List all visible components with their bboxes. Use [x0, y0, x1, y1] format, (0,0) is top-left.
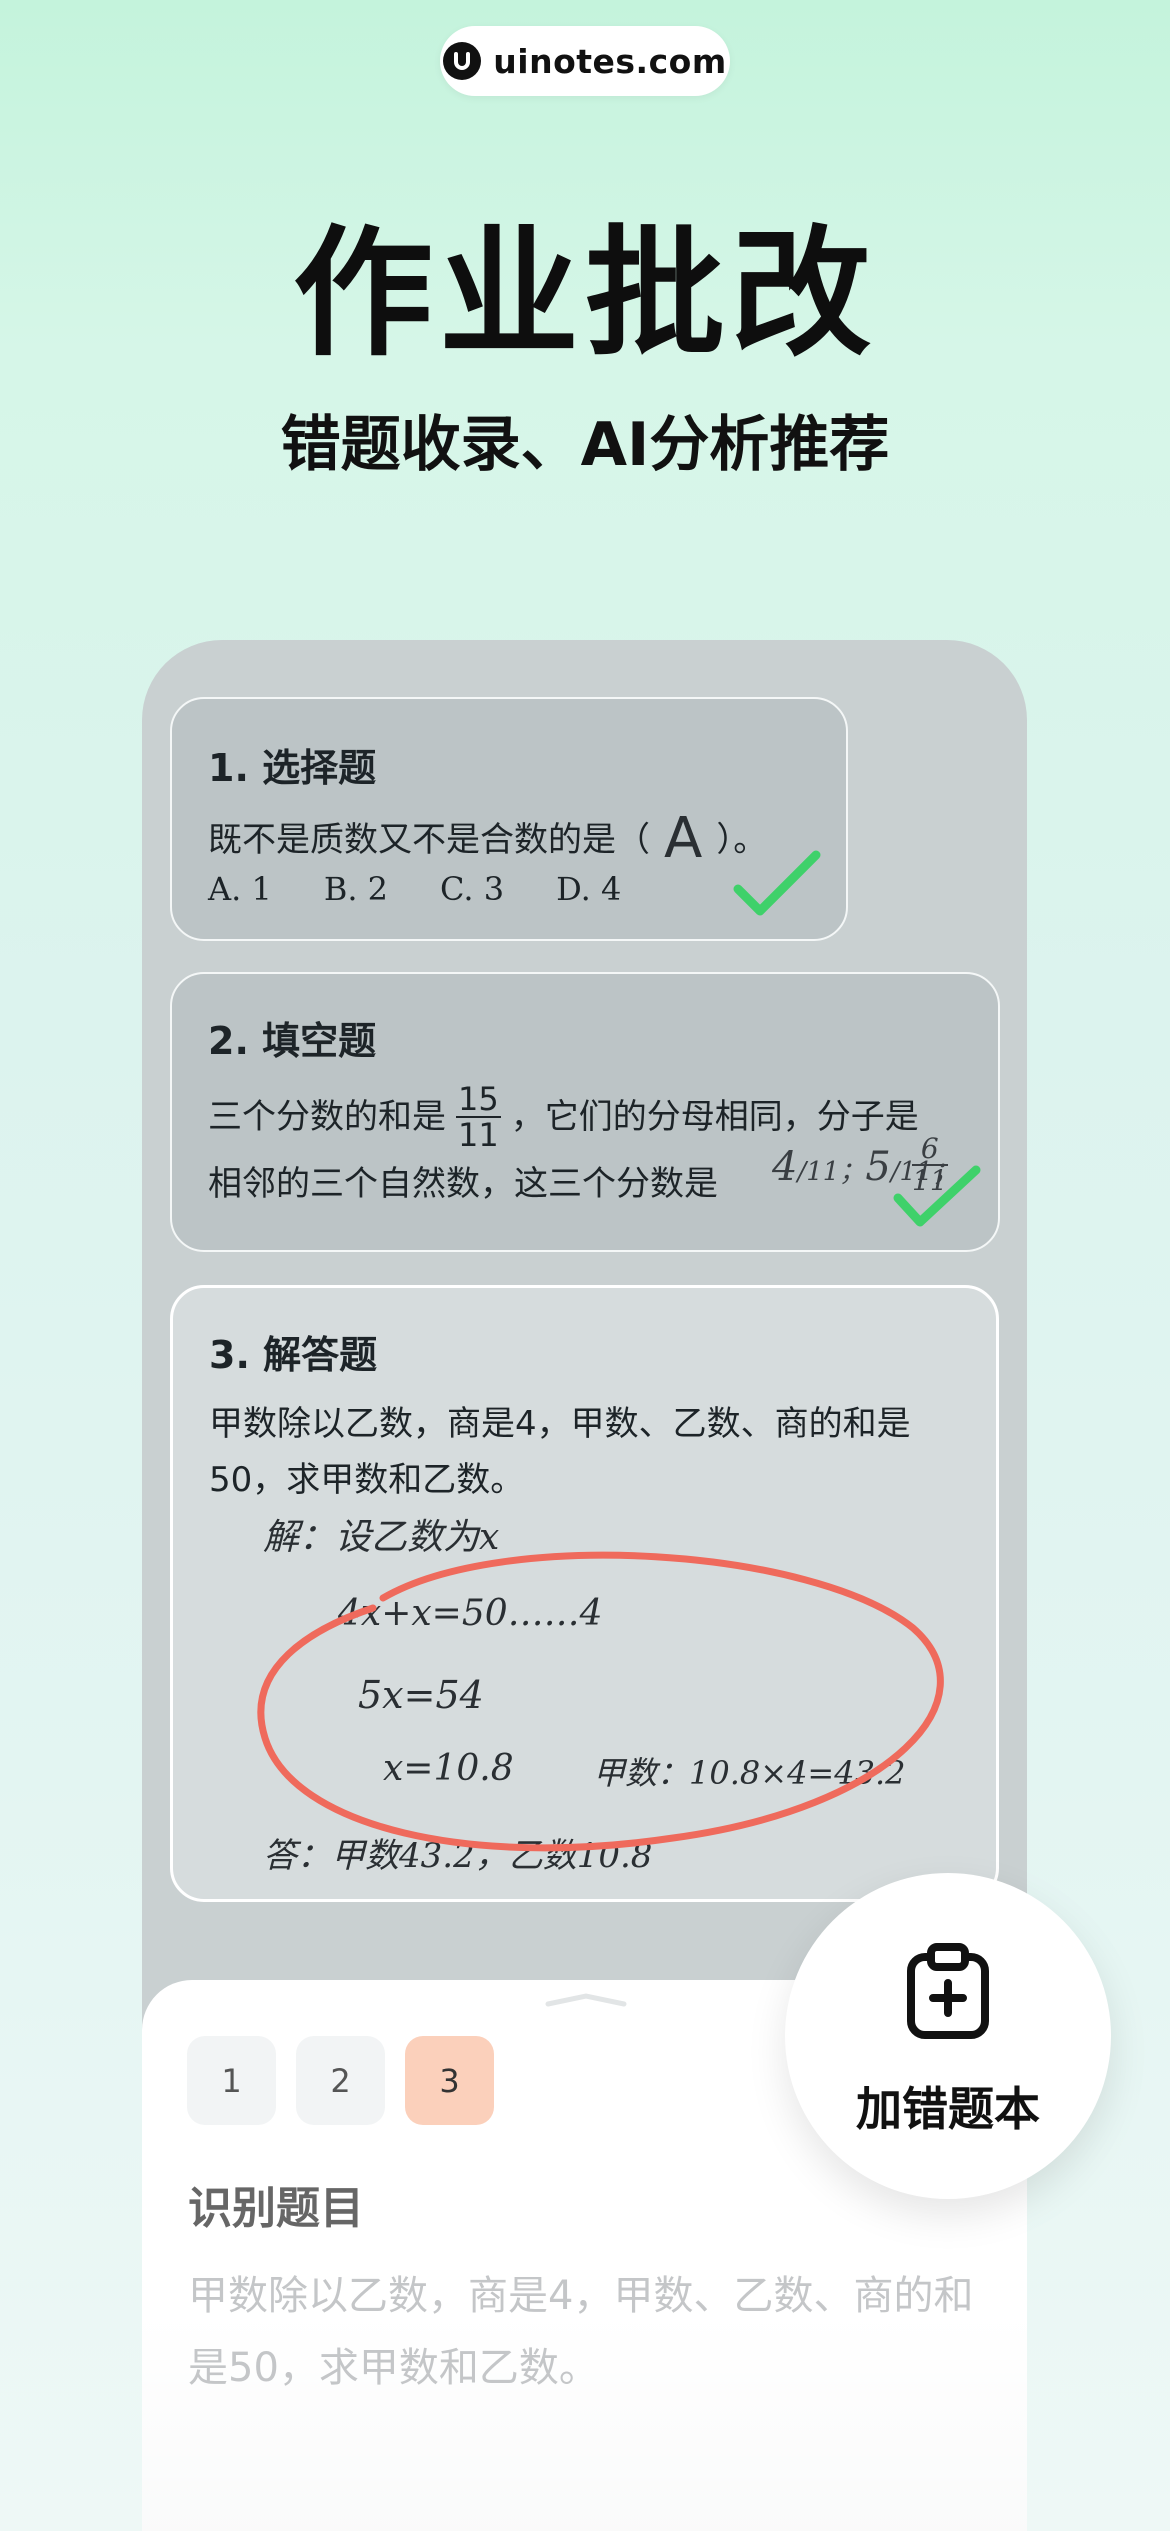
question-title: 1. 选择题 [208, 746, 377, 790]
question-card-fill[interactable]: 2. 填空题 三个分数的和是 15 11 ，它们的分母相同，分子是 相邻的三个自… [170, 972, 1000, 1252]
recognition-text: 甲数除以乙数，商是4，甲数、乙数、商的和是50，求甲数和乙数。 [188, 2273, 974, 2391]
sheet-drag-handle[interactable] [544, 1992, 628, 2008]
error-circle-mark [257, 1551, 944, 1852]
question-text-line2: 50，求甲数和乙数。 [209, 1460, 525, 1500]
watermark-text: uinotes.com [493, 41, 727, 81]
question-title: 2. 填空题 [208, 1019, 377, 1063]
question-text-line1: 三个分数的和是 15 11 ，它们的分母相同，分子是 [208, 1080, 919, 1154]
question-text: 既不是质数又不是合数的是（ A）。 [208, 806, 768, 871]
option-a: A. 1 [208, 870, 272, 908]
page-subtitle: 错题收录、AI分析推荐 [280, 410, 890, 480]
fab-label: 加错题本 [856, 2082, 1040, 2136]
question-tab-2[interactable]: 2 [296, 2036, 385, 2125]
check-mark-icon [893, 1165, 981, 1227]
question-tab-3[interactable]: 3 [405, 2036, 494, 2125]
question-tab-1[interactable]: 1 [187, 2036, 276, 2125]
uinotes-logo-icon [443, 42, 482, 80]
handwritten-answer: A [664, 806, 703, 871]
fraction: 15 11 [456, 1080, 501, 1154]
recognition-title: 识别题目 [188, 2183, 364, 2234]
question-card-solve[interactable]: 3. 解答题 甲数除以乙数，商是4，甲数、乙数、商的和是 50，求甲数和乙数。 … [170, 1285, 999, 1902]
question-text-line2: 相邻的三个自然数，这三个分数是 [208, 1164, 718, 1204]
question-title: 3. 解答题 [209, 1333, 378, 1377]
options-row: A. 1 B. 2 C. 3 D. 4 [208, 861, 621, 917]
page-title: 作业批改 [292, 213, 877, 376]
question-text-line1: 甲数除以乙数，商是4，甲数、乙数、商的和是 [209, 1404, 911, 1444]
clipboard-plus-icon [907, 1943, 989, 2039]
add-to-mistake-book-button[interactable]: 加错题本 [785, 1873, 1111, 2199]
option-c: C. 3 [440, 870, 505, 908]
watermark-badge: uinotes.com [440, 26, 730, 96]
option-b: B. 2 [323, 870, 389, 908]
check-mark-icon [733, 850, 821, 916]
option-d: D. 4 [556, 870, 622, 908]
question-card-choice[interactable]: 1. 选择题 既不是质数又不是合数的是（ A）。 A. 1 B. 2 C. 3 D. 4 [170, 697, 848, 941]
